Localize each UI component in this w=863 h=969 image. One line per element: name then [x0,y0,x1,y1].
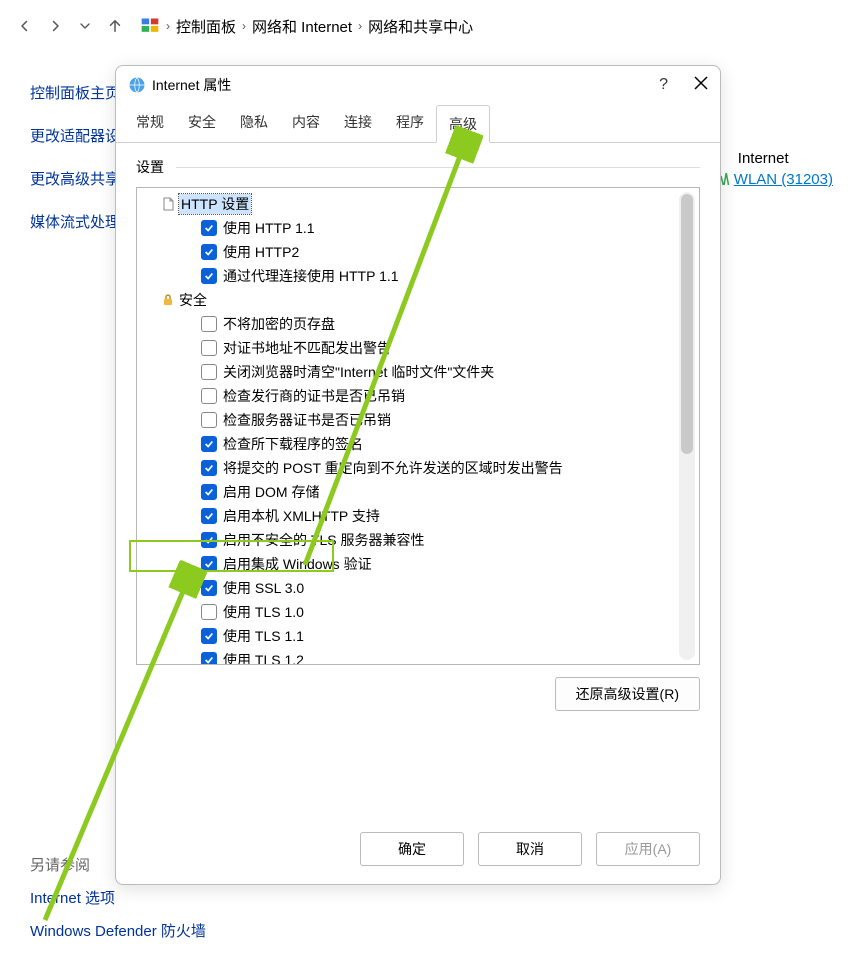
item-sec-e[interactable]: 检查服务器证书是否已吊销 [141,408,699,432]
apply-button[interactable]: 应用(A) [596,832,700,866]
item-http11[interactable]: 使用 HTTP 1.1 [141,216,699,240]
see-also-firewall[interactable]: Windows Defender 防火墙 [30,920,206,941]
chevron-down-icon[interactable] [76,17,94,35]
dialog-title: Internet 属性 [152,75,231,95]
item-http2[interactable]: 使用 HTTP2 [141,240,699,264]
internet-properties-dialog: Internet 属性 ? 常规 安全 隐私 内容 连接 程序 高级 设置 [115,65,721,885]
network-info: Internet WLAN (31203) [712,150,833,188]
see-also-ie-options[interactable]: Internet 选项 [30,887,206,908]
advanced-settings-area: 设置 HTTP 设置 使用 HTTP 1.1 使用 HTTP2 通过代理连接使 [116,143,720,818]
up-icon[interactable] [106,17,124,35]
network-link[interactable]: WLAN (31203) [734,171,833,188]
page-icon [161,197,175,211]
item-sec-h[interactable]: 启用 DOM 存储 [141,480,699,504]
item-sec-b[interactable]: 对证书地址不匹配发出警告 [141,336,699,360]
item-sec-tls12[interactable]: 使用 TLS 1.2 [141,648,699,665]
dialog-buttons: 确定 取消 应用(A) [116,818,720,884]
navbar: › 控制面板 › 网络和 Internet › 网络和共享中心 [0,0,863,52]
item-sec-g[interactable]: 将提交的 POST 重定向到不允许发送的区域时发出警告 [141,456,699,480]
settings-label: 设置 [136,157,164,177]
ok-button[interactable]: 确定 [360,832,464,866]
help-icon[interactable]: ? [659,76,668,94]
scrollbar-track[interactable] [679,192,695,660]
nav-buttons [16,17,124,35]
tab-connections[interactable]: 连接 [332,104,384,142]
tab-advanced[interactable]: 高级 [436,105,490,143]
item-sec-f[interactable]: 检查所下载程序的签名 [141,432,699,456]
breadcrumb-page[interactable]: 网络和共享中心 [368,16,473,37]
close-icon[interactable] [694,76,708,95]
item-sec-k[interactable]: 启用集成 Windows 验证 [141,552,699,576]
group-http: HTTP 设置 [141,192,699,216]
item-sec-d[interactable]: 检查发行商的证书是否已吊销 [141,384,699,408]
item-sec-tls11[interactable]: 使用 TLS 1.1 [141,624,699,648]
item-sec-c[interactable]: 关闭浏览器时清空"Internet 临时文件"文件夹 [141,360,699,384]
breadcrumb[interactable]: › 控制面板 › 网络和 Internet › 网络和共享中心 [140,16,473,37]
restore-defaults-button[interactable]: 还原高级设置(R) [555,677,700,711]
tab-privacy[interactable]: 隐私 [228,104,280,142]
item-http-proxy[interactable]: 通过代理连接使用 HTTP 1.1 [141,264,699,288]
settings-tree[interactable]: HTTP 设置 使用 HTTP 1.1 使用 HTTP2 通过代理连接使用 HT… [136,187,700,665]
back-icon[interactable] [16,17,34,35]
cancel-button[interactable]: 取消 [478,832,582,866]
item-sec-i[interactable]: 启用本机 XMLHTTP 支持 [141,504,699,528]
dialog-titlebar: Internet 属性 ? [116,66,720,104]
tab-security[interactable]: 安全 [176,104,228,142]
forward-icon[interactable] [46,17,64,35]
tab-content[interactable]: 内容 [280,104,332,142]
dialog-tabs: 常规 安全 隐私 内容 连接 程序 高级 [116,104,720,143]
tab-programs[interactable]: 程序 [384,104,436,142]
breadcrumb-cat[interactable]: 网络和 Internet [252,16,352,37]
globe-icon [128,76,146,94]
breadcrumb-root[interactable]: 控制面板 [176,16,236,37]
item-sec-ssl30[interactable]: 使用 SSL 3.0 [141,576,699,600]
control-panel-icon [140,16,160,36]
group-security: 安全 [141,288,699,312]
item-sec-a[interactable]: 不将加密的页存盘 [141,312,699,336]
item-sec-tls10[interactable]: 使用 TLS 1.0 [141,600,699,624]
tab-general[interactable]: 常规 [124,104,176,142]
item-sec-j[interactable]: 启用不安全的 TLS 服务器兼容性 [141,528,699,552]
scrollbar-thumb[interactable] [681,194,693,454]
network-type: Internet [712,150,833,167]
lock-icon [161,293,175,307]
